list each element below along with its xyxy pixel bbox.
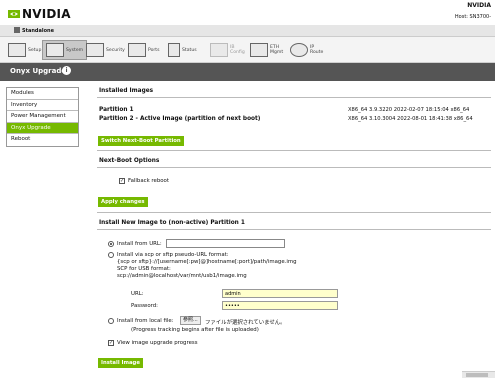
install-from-url-label: Install from URL: [117, 241, 162, 247]
partition1-label: Partition 1 [99, 107, 134, 113]
fallback-reboot-checkbox[interactable]: ✓ [119, 178, 125, 184]
divider [97, 97, 491, 98]
apply-changes-button[interactable]: Apply changes [98, 197, 148, 207]
tab-label: System [66, 47, 84, 53]
scrollbar-thumb[interactable] [466, 373, 488, 377]
sidebar-item-inventory[interactable]: Inventory [7, 99, 78, 111]
sidebar-item-onyx-upgrade[interactable]: Onyx Upgrade [7, 122, 78, 134]
host-label: Host: SN3700- [454, 14, 491, 20]
mode-indicator: Standalone [14, 27, 54, 34]
page-title: Onyx Upgrade [10, 67, 67, 75]
partition2-value: X86_64 3.10.3004 2022-08-01 18:41:38 x86… [348, 116, 473, 122]
ip-route-icon [290, 43, 308, 57]
view-progress-label: View image upgrade progress [117, 340, 198, 346]
view-progress-checkbox[interactable]: ✓ [108, 340, 114, 346]
sidebar-item-reboot[interactable]: Reboot [7, 134, 78, 146]
brand-name: NVIDIA [22, 7, 71, 21]
tab-ports[interactable]: Ports [128, 40, 160, 60]
tab-label: Status [182, 47, 197, 53]
tab-eth-mgmt[interactable]: ETH Mgmt [250, 40, 283, 60]
setup-icon [8, 43, 26, 57]
tab-ip-route[interactable]: IP Route [290, 40, 323, 60]
tab-label: Ports [148, 47, 160, 53]
ports-icon [128, 43, 146, 57]
standalone-icon [14, 27, 20, 33]
tab-label: IB Config [230, 45, 245, 55]
install-via-scp-radio[interactable] [108, 252, 114, 258]
sidebar-item-power-management[interactable]: Power Management [7, 111, 78, 123]
ib-config-icon [210, 43, 228, 57]
tab-label: ETH Mgmt [270, 45, 284, 55]
eth-mgmt-icon [250, 43, 268, 57]
mode-bar [0, 25, 495, 37]
divider [97, 150, 491, 151]
tab-security[interactable]: Security [86, 40, 125, 60]
tab-ib-config[interactable]: IB Config [210, 40, 245, 60]
info-icon[interactable]: i [62, 66, 71, 75]
switch-partition-button[interactable]: Switch Next-Boot Partition [98, 136, 184, 146]
install-url-input[interactable] [166, 239, 285, 248]
browse-file-button[interactable]: 参照... [180, 316, 201, 325]
divider [97, 167, 491, 168]
divider [97, 229, 491, 230]
partition2-label: Partition 2 - Active Image (partition of… [99, 116, 261, 122]
next-boot-heading: Next-Boot Options [99, 158, 160, 164]
divider [97, 212, 491, 213]
tab-label: Setup [28, 47, 42, 53]
header-right-title: NVIDIA [467, 2, 491, 9]
security-icon [86, 43, 104, 57]
mode-label: Standalone [22, 28, 54, 34]
usb-format: scp://admin@localhost/var/mnt/usb1/image… [117, 273, 247, 279]
scp-format: {scp or sftp}://[username[:pw]@]hostname… [117, 259, 297, 265]
file-status: ファイルが選択されていません。 [205, 320, 286, 326]
password-label: Password: [131, 303, 158, 309]
sidebar: Modules Inventory Power Management Onyx … [6, 87, 79, 147]
sidebar-item-modules[interactable]: Modules [7, 88, 78, 100]
scp-url-input[interactable] [222, 289, 338, 298]
tab-system[interactable]: System [42, 40, 88, 60]
local-file-label: Install from local file: [117, 318, 174, 324]
install-image-button[interactable]: Install Image [98, 358, 143, 368]
password-input[interactable] [222, 301, 338, 310]
scp-label: Install via scp or sftp pseudo-URL forma… [117, 252, 229, 258]
tab-setup[interactable]: Setup [8, 40, 41, 60]
progress-note: (Progress tracking begins after file is … [131, 327, 259, 333]
nvidia-logo-icon [8, 10, 20, 18]
installed-images-heading: Installed Images [99, 88, 154, 94]
install-heading: Install New Image to (non-active) Partit… [99, 220, 245, 226]
usb-label: SCP for USB format: [117, 266, 171, 272]
fallback-reboot-label: Fallback reboot [128, 178, 169, 184]
tab-label: Security [106, 47, 125, 53]
system-icon [46, 43, 64, 57]
install-local-file-radio[interactable] [108, 318, 114, 324]
tab-status[interactable]: Status [168, 40, 197, 60]
page-title-bar [0, 63, 495, 81]
tab-label: IP Route [310, 45, 324, 55]
url-label: URL: [131, 291, 144, 297]
install-from-url-radio[interactable] [108, 241, 114, 247]
status-icon [168, 43, 180, 57]
partition1-value: X86_64 3.9.3220 2022-02-07 18:15:04 x86_… [348, 107, 470, 113]
